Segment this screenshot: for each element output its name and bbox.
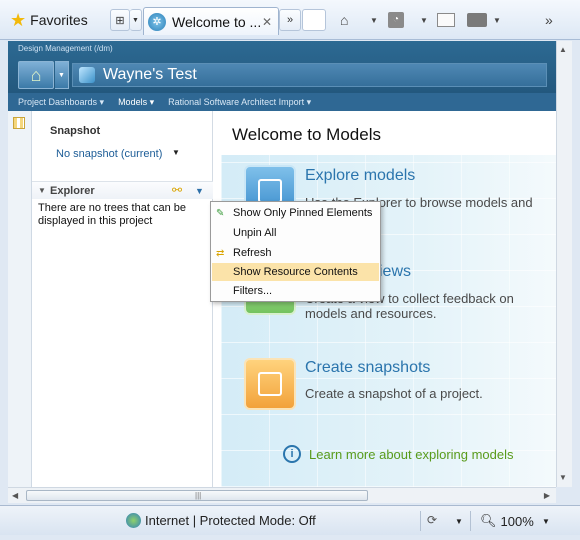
project-title: Wayne's Test xyxy=(103,66,197,83)
menu-item-label: Unpin All xyxy=(233,227,277,239)
grid-icon: ⊞ xyxy=(115,14,125,27)
snapshot-title: Snapshot xyxy=(50,125,101,137)
menu-item-refresh[interactable]: ⇄ Refresh xyxy=(212,244,379,262)
rtc-header: Design Management (/dm) ⌂ ▼ Wayne's Test xyxy=(8,41,556,93)
quick-tabs-button[interactable]: ⊞ xyxy=(110,9,130,31)
explore-models-link[interactable]: Explore models xyxy=(305,167,415,185)
home-icon[interactable]: ⌂ xyxy=(340,9,348,31)
home-button[interactable]: ⌂ xyxy=(18,61,54,89)
rtc-tab-icon: ✲ xyxy=(148,12,166,31)
toolbar-overflow-icon[interactable]: » xyxy=(545,9,553,31)
vertical-scrollbar[interactable]: ▲ ▼ xyxy=(556,41,572,487)
nav-project-dashboards[interactable]: Project Dashboards ▾ xyxy=(18,97,104,108)
left-strip xyxy=(8,111,32,487)
chevron-down-icon[interactable]: ▼ xyxy=(370,9,378,31)
star-icon: ★ xyxy=(10,10,27,30)
menu-item-show-pinned[interactable]: ✎ Show Only Pinned Elements xyxy=(212,204,379,222)
learn-more-row: i Learn more about exploring models xyxy=(283,445,514,463)
explorer-title: Explorer xyxy=(50,185,95,197)
protected-mode-icon[interactable]: ⟳ xyxy=(427,513,437,527)
tab-welcome[interactable]: ✲ Welcome to ... ✕ xyxy=(143,7,279,35)
folder-icon xyxy=(258,179,282,203)
scroll-up-icon[interactable]: ▲ xyxy=(559,45,567,54)
zone-text: Internet | Protected Mode: Off xyxy=(145,513,316,528)
refresh-icon: ⇄ xyxy=(216,247,225,259)
create-snapshots-link[interactable]: Create snapshots xyxy=(305,359,430,377)
divider xyxy=(470,511,471,531)
create-snapshots-desc: Create a snapshot of a project. xyxy=(305,386,483,401)
mail-icon[interactable] xyxy=(437,9,455,31)
divider xyxy=(420,511,421,531)
menu-item-label: Show Only Pinned Elements xyxy=(233,207,373,219)
chevron-down-icon[interactable]: ▼ xyxy=(172,148,180,157)
menu-item-unpin-all[interactable]: Unpin All xyxy=(212,224,379,242)
menu-item-label: Show Resource Contents xyxy=(233,266,358,278)
menu-item-filters[interactable]: Filters... xyxy=(212,282,379,300)
scroll-left-icon[interactable]: ◀ xyxy=(12,491,18,500)
status-bar: Internet | Protected Mode: Off ⟳ ▼ 🔍︎ 10… xyxy=(0,505,580,535)
horizontal-scrollbar[interactable]: ◀ ||| ▶ xyxy=(8,487,556,503)
nav-rsa-import[interactable]: Rational Software Architect Import ▾ xyxy=(168,97,311,108)
sidebar: Snapshot No snapshot (current) ▼ ▼ Explo… xyxy=(32,111,213,487)
link-icon[interactable]: ⚯ xyxy=(172,183,182,197)
learn-more-link[interactable]: Learn more about exploring models xyxy=(309,447,514,462)
menu-item-show-resource-contents[interactable]: Show Resource Contents xyxy=(212,263,379,281)
info-icon: i xyxy=(283,445,301,463)
breadcrumb[interactable]: Design Management (/dm) xyxy=(18,44,113,53)
pin-icon: ✎ xyxy=(216,207,225,219)
overflow-label: » xyxy=(286,14,294,26)
globe-icon xyxy=(126,513,141,528)
rss-icon[interactable]: ◔ xyxy=(388,9,404,31)
chevron-down-icon: ▼ xyxy=(132,16,139,24)
chevron-down-icon[interactable]: ▼ xyxy=(542,517,550,526)
house-icon: ⌂ xyxy=(30,64,42,85)
collapse-triangle-icon[interactable]: ▼ xyxy=(38,186,46,195)
snapshot-icon xyxy=(258,372,282,396)
page-title: Welcome to Models xyxy=(232,125,381,144)
scroll-right-icon[interactable]: ▶ xyxy=(544,491,550,500)
create-snapshots-icon[interactable] xyxy=(244,358,296,410)
explorer-menu-dropdown[interactable]: ▼ xyxy=(195,186,204,196)
zoom-icon: 🔍︎ xyxy=(480,513,497,528)
nav-models[interactable]: Models ▾ xyxy=(118,97,154,108)
browser-toolbar: ★ Favorites ⊞ ▼ ✲ Welcome to ... ✕ » ⌂ ▼… xyxy=(0,0,580,40)
scrollbar-thumb[interactable]: ||| xyxy=(26,490,368,501)
explorer-context-menu: ✎ Show Only Pinned Elements Unpin All ⇄ … xyxy=(210,201,381,302)
project-title-bar: Wayne's Test xyxy=(72,63,547,87)
rtc-nav-bar: Project Dashboards ▾ Models ▾ Rational S… xyxy=(8,93,556,111)
grip-icon: ||| xyxy=(195,491,202,500)
favorites-label: Favorites xyxy=(30,12,88,28)
security-zone[interactable]: Internet | Protected Mode: Off xyxy=(126,513,316,528)
explorer-toggle-icon[interactable] xyxy=(13,117,25,129)
zoom-value: 100% xyxy=(500,513,534,529)
empty-tree-message: There are no trees that can be displayed… xyxy=(38,202,186,227)
menu-item-label: Filters... xyxy=(233,285,273,297)
close-icon[interactable]: ✕ xyxy=(262,15,272,29)
new-tab-button[interactable] xyxy=(302,9,326,31)
quick-tabs-dropdown[interactable]: ▼ xyxy=(130,9,142,31)
explorer-header: ▼ Explorer ⚯ ▼ xyxy=(32,181,213,199)
favorites-button[interactable]: ★ Favorites xyxy=(6,8,92,32)
tab-overflow-button[interactable]: » xyxy=(279,9,301,31)
home-menu-arrow[interactable]: ▼ xyxy=(55,61,69,89)
menu-item-label: Refresh xyxy=(233,247,272,259)
print-icon[interactable] xyxy=(467,9,487,31)
chevron-down-icon[interactable]: ▼ xyxy=(493,9,501,31)
project-area-icon xyxy=(79,67,95,83)
tab-title: Welcome to ... xyxy=(172,13,262,30)
zoom-control[interactable]: 🔍︎ 100% xyxy=(480,513,534,529)
chevron-down-icon[interactable]: ▼ xyxy=(420,9,428,31)
scroll-down-icon[interactable]: ▼ xyxy=(559,473,567,482)
chevron-down-icon[interactable]: ▼ xyxy=(455,517,463,526)
snapshot-selector[interactable]: No snapshot (current) xyxy=(56,148,162,160)
